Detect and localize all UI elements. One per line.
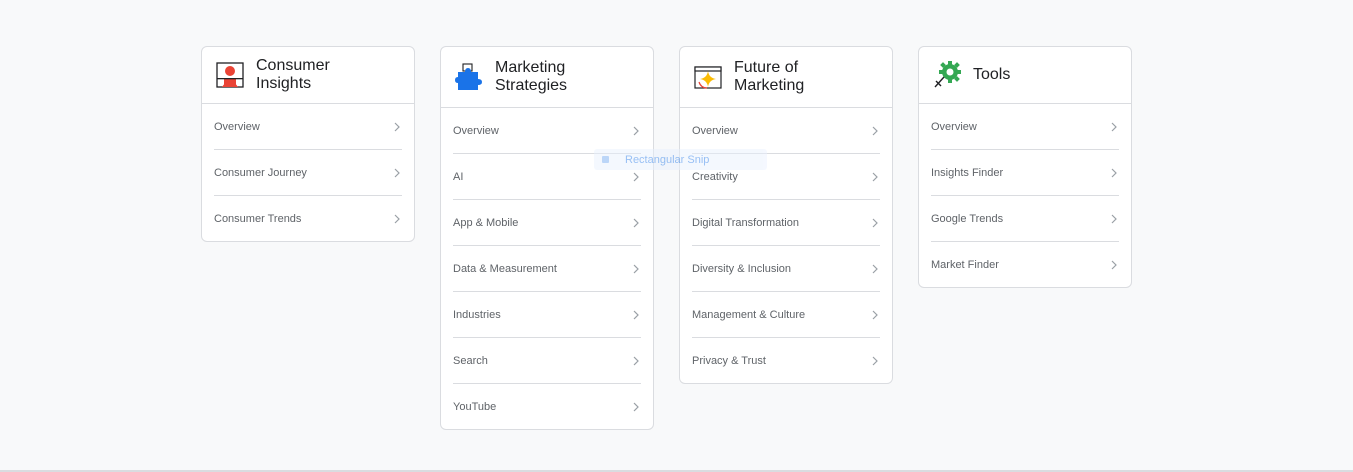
link-search[interactable]: Search	[453, 338, 641, 384]
link-label: Overview	[214, 120, 260, 133]
card-header: Consumer Insights	[202, 47, 414, 104]
card-header: Tools	[919, 47, 1131, 104]
link-label: Digital Transformation	[692, 216, 799, 229]
card-consumer-insights: Consumer Insights Overview Consumer Jour…	[201, 46, 415, 242]
card-title: Tools	[973, 66, 1011, 83]
link-overview[interactable]: Overview	[692, 108, 880, 154]
link-overview[interactable]: Overview	[931, 104, 1119, 150]
chevron-right-icon	[631, 402, 641, 412]
link-label: Management & Culture	[692, 308, 806, 321]
card-header: Future of Marketing	[680, 47, 892, 108]
link-management-culture[interactable]: Management & Culture	[692, 292, 880, 338]
link-label: Privacy & Trust	[692, 354, 766, 367]
chevron-right-icon	[631, 172, 641, 182]
link-data-measurement[interactable]: Data & Measurement	[453, 246, 641, 292]
chevron-right-icon	[631, 126, 641, 136]
link-label: Consumer Trends	[214, 212, 302, 225]
snip-label: Rectangular Snip	[625, 153, 710, 166]
link-insights-finder[interactable]: Insights Finder	[931, 150, 1119, 196]
snip-tool-ghost-overlay: Rectangular Snip	[594, 149, 767, 170]
link-industries[interactable]: Industries	[453, 292, 641, 338]
link-label: Overview	[453, 124, 499, 137]
link-label: Data & Measurement	[453, 262, 557, 275]
link-overview[interactable]: Overview	[453, 108, 641, 154]
link-privacy-trust[interactable]: Privacy & Trust	[692, 338, 880, 383]
link-label: Industries	[453, 308, 501, 321]
puzzle-piece-icon	[453, 61, 485, 93]
link-label: Creativity	[692, 170, 738, 183]
link-consumer-journey[interactable]: Consumer Journey	[214, 150, 402, 196]
chevron-right-icon	[870, 126, 880, 136]
link-overview[interactable]: Overview	[214, 104, 402, 150]
gear-tools-icon	[931, 59, 963, 91]
link-label: Diversity & Inclusion	[692, 262, 792, 275]
link-digital-transformation[interactable]: Digital Transformation	[692, 200, 880, 246]
card-tools: Tools Overview Insights Finder Google Tr…	[918, 46, 1132, 288]
link-label: Google Trends	[931, 212, 1004, 225]
chevron-right-icon	[1109, 168, 1119, 178]
person-insights-icon	[214, 59, 246, 91]
card-header: Marketing Strategies	[441, 47, 653, 108]
link-google-trends[interactable]: Google Trends	[931, 196, 1119, 242]
chevron-right-icon	[392, 214, 402, 224]
link-label: Consumer Journey	[214, 166, 307, 179]
card-title: Marketing Strategies	[495, 59, 568, 94]
card-future-of-marketing: Future of Marketing Overview Creativity …	[679, 46, 893, 384]
chevron-right-icon	[1109, 260, 1119, 270]
chevron-right-icon	[631, 356, 641, 366]
link-list: Overview Consumer Journey Consumer Trend…	[202, 104, 414, 241]
link-label: Overview	[931, 120, 977, 133]
chevron-right-icon	[870, 356, 880, 366]
link-label: Overview	[692, 124, 738, 137]
link-list: Overview Insights Finder Google Trends M…	[919, 104, 1131, 287]
link-label: App & Mobile	[453, 216, 519, 229]
link-label: YouTube	[453, 400, 497, 413]
chevron-right-icon	[870, 218, 880, 228]
chevron-right-icon	[1109, 214, 1119, 224]
chevron-right-icon	[631, 310, 641, 320]
link-consumer-trends[interactable]: Consumer Trends	[214, 196, 402, 241]
chevron-right-icon	[631, 264, 641, 274]
link-market-finder[interactable]: Market Finder	[931, 242, 1119, 287]
chevron-right-icon	[870, 310, 880, 320]
link-label: Insights Finder	[931, 166, 1004, 179]
sparkle-browser-icon	[692, 61, 724, 93]
chevron-right-icon	[392, 122, 402, 132]
link-app-mobile[interactable]: App & Mobile	[453, 200, 641, 246]
card-title: Consumer Insights	[256, 57, 330, 92]
menu-cards: Consumer Insights Overview Consumer Jour…	[201, 46, 1132, 430]
link-label: Search	[453, 354, 488, 367]
snip-icon	[602, 156, 609, 163]
link-youtube[interactable]: YouTube	[453, 384, 641, 429]
link-diversity-inclusion[interactable]: Diversity & Inclusion	[692, 246, 880, 292]
card-title: Future of Marketing	[734, 59, 805, 94]
link-label: AI	[453, 170, 464, 183]
chevron-right-icon	[1109, 122, 1119, 132]
chevron-right-icon	[631, 218, 641, 228]
card-marketing-strategies: Marketing Strategies Overview AI App & M…	[440, 46, 654, 430]
link-label: Market Finder	[931, 258, 999, 271]
chevron-right-icon	[870, 264, 880, 274]
chevron-right-icon	[870, 172, 880, 182]
chevron-right-icon	[392, 168, 402, 178]
